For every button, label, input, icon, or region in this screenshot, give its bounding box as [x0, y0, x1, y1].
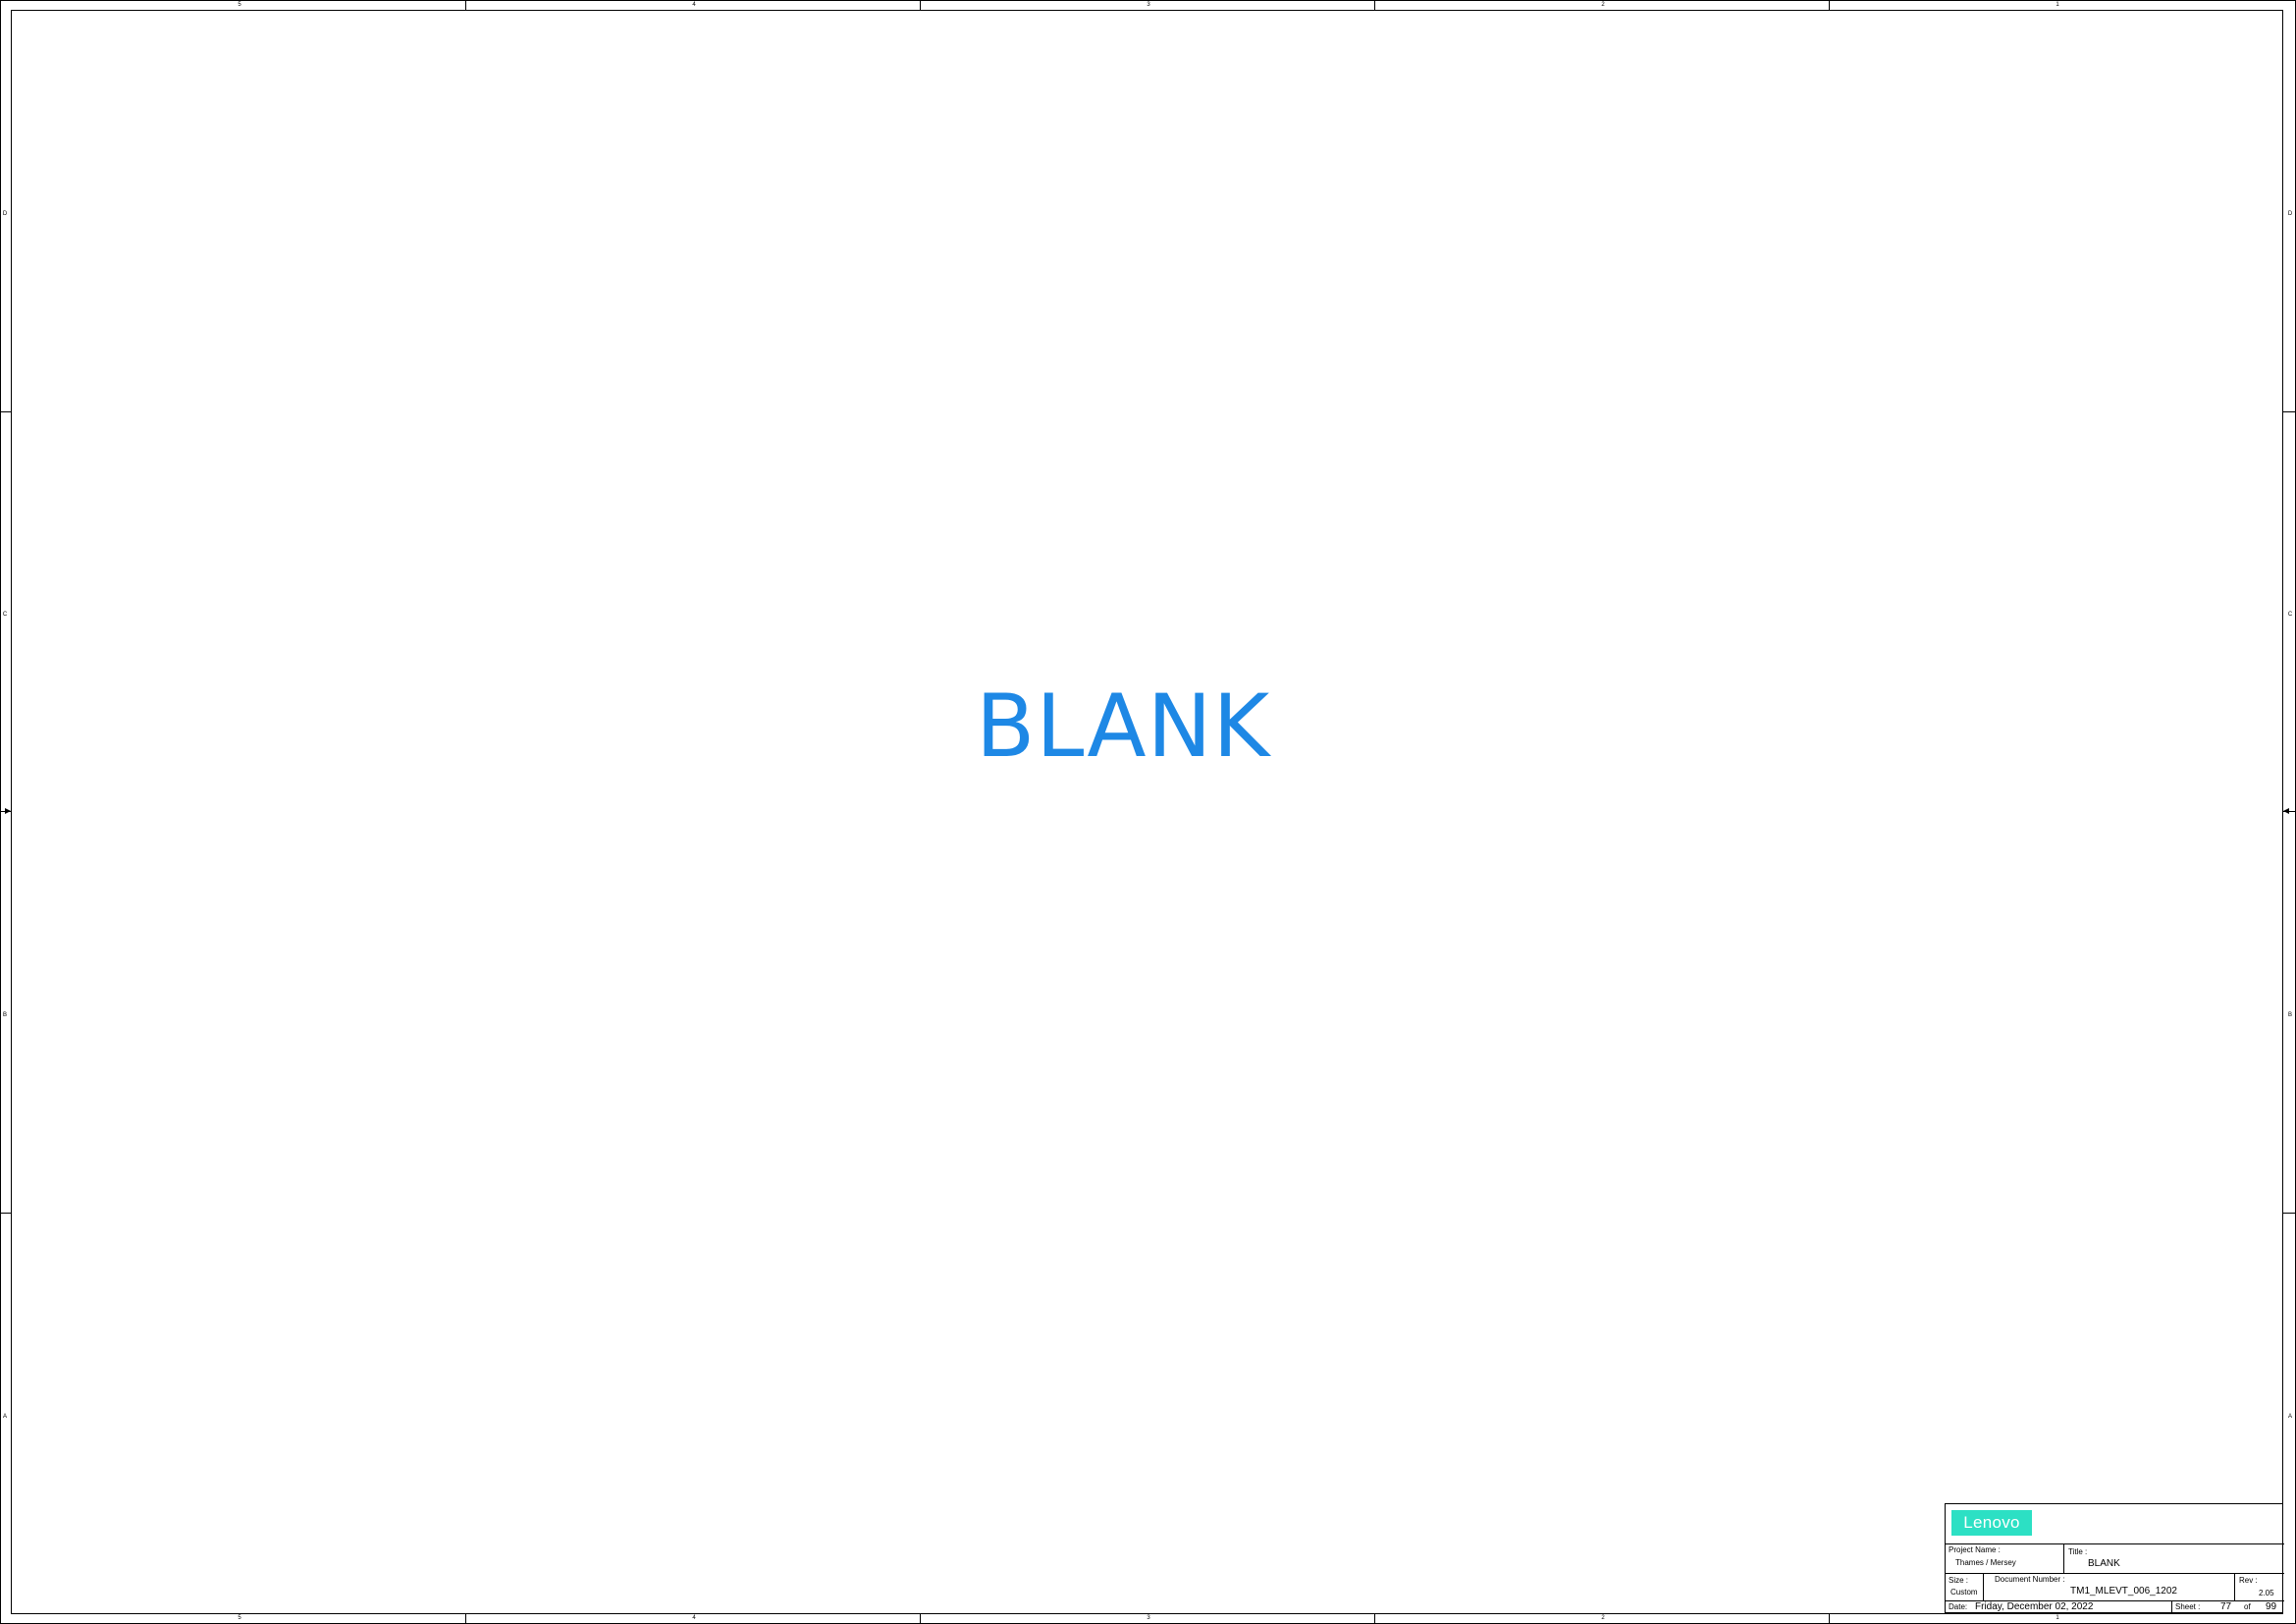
- sheet-value: 77: [2220, 1601, 2232, 1612]
- top-zone-label-5: 5: [238, 2, 241, 8]
- right-center-arrow-icon: [2283, 808, 2289, 814]
- title-value: BLANK: [2088, 1558, 2120, 1569]
- rev-value: 2.05: [2259, 1589, 2274, 1597]
- bottom-zone-tick: [465, 1613, 466, 1624]
- top-zone-label-3: 3: [1147, 2, 1150, 8]
- blank-placeholder-text: BLANK: [976, 676, 1271, 777]
- sheet-label: Sheet :: [2175, 1602, 2201, 1611]
- document-number-value: TM1_MLEVT_006_1202: [2070, 1586, 2177, 1597]
- drawing-border-inner: [11, 10, 2283, 1614]
- title-block-divider: [1946, 1543, 2284, 1544]
- right-zone-label-b: B: [2287, 1012, 2292, 1018]
- top-zone-tick: [1829, 0, 1830, 11]
- left-center-arrow-icon: [5, 808, 11, 814]
- top-zone-tick: [920, 0, 921, 11]
- bottom-zone-tick: [1829, 1613, 1830, 1624]
- right-zone-label-d: D: [2287, 211, 2293, 217]
- left-zone-tick: [0, 411, 11, 412]
- title-block-divider: [1983, 1573, 1984, 1600]
- date-label: Date:: [1949, 1602, 1968, 1611]
- top-zone-label-1: 1: [2056, 2, 2059, 8]
- size-value: Custom: [1950, 1588, 1978, 1597]
- title-block-divider: [2171, 1600, 2172, 1612]
- project-name-value: Thames / Mersey: [1955, 1558, 2016, 1567]
- right-zone-label-c: C: [2287, 612, 2293, 618]
- left-zone-label-a: A: [2, 1414, 7, 1420]
- top-zone-label-4: 4: [692, 2, 696, 8]
- date-value: Friday, December 02, 2022: [1975, 1601, 2094, 1612]
- title-block: Lenovo Project Name : Thames / Mersey Ti…: [1945, 1503, 2284, 1613]
- left-zone-label-d: D: [2, 211, 8, 217]
- bottom-zone-tick: [920, 1613, 921, 1624]
- right-zone-label-a: A: [2287, 1414, 2292, 1420]
- bottom-zone-tick: [1374, 1613, 1375, 1624]
- bottom-zone-label-3: 3: [1147, 1615, 1150, 1621]
- rev-label: Rev :: [2239, 1576, 2258, 1585]
- lenovo-logo: Lenovo: [1951, 1510, 2032, 1536]
- bottom-zone-label-4: 4: [692, 1615, 696, 1621]
- left-zone-label-b: B: [2, 1012, 7, 1018]
- total-sheets-value: 99: [2266, 1601, 2277, 1612]
- bottom-zone-label-2: 2: [1601, 1615, 1605, 1621]
- bottom-zone-label-1: 1: [2056, 1615, 2059, 1621]
- title-block-divider: [2063, 1543, 2064, 1573]
- top-zone-tick: [465, 0, 466, 11]
- size-label: Size :: [1949, 1576, 1969, 1585]
- sheet-of-label: of: [2244, 1602, 2251, 1611]
- bottom-zone-label-5: 5: [238, 1615, 241, 1621]
- document-number-label: Document Number :: [1995, 1575, 2065, 1584]
- project-name-label: Project Name :: [1949, 1545, 2001, 1554]
- title-block-divider: [2234, 1573, 2235, 1600]
- right-zone-tick: [2283, 411, 2295, 412]
- top-zone-tick: [1374, 0, 1375, 11]
- title-label: Title :: [2068, 1547, 2088, 1556]
- top-zone-label-2: 2: [1601, 2, 1605, 8]
- left-zone-tick: [0, 1213, 11, 1214]
- left-zone-label-c: C: [2, 612, 8, 618]
- right-zone-tick: [2283, 1213, 2295, 1214]
